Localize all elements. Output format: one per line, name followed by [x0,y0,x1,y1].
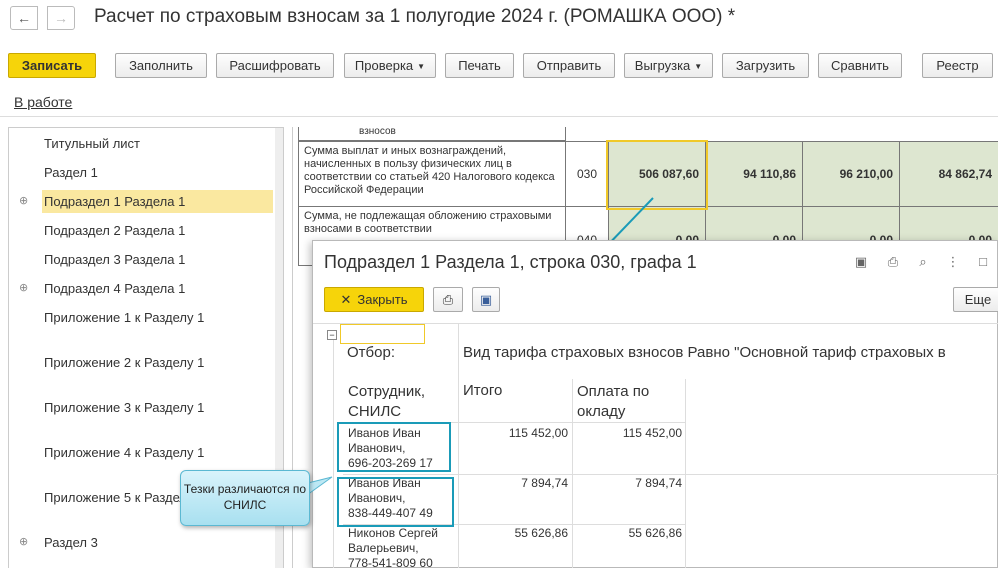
annotation-callout: Тезки различаются по СНИЛС [180,470,310,526]
callout-pointer [299,476,333,501]
